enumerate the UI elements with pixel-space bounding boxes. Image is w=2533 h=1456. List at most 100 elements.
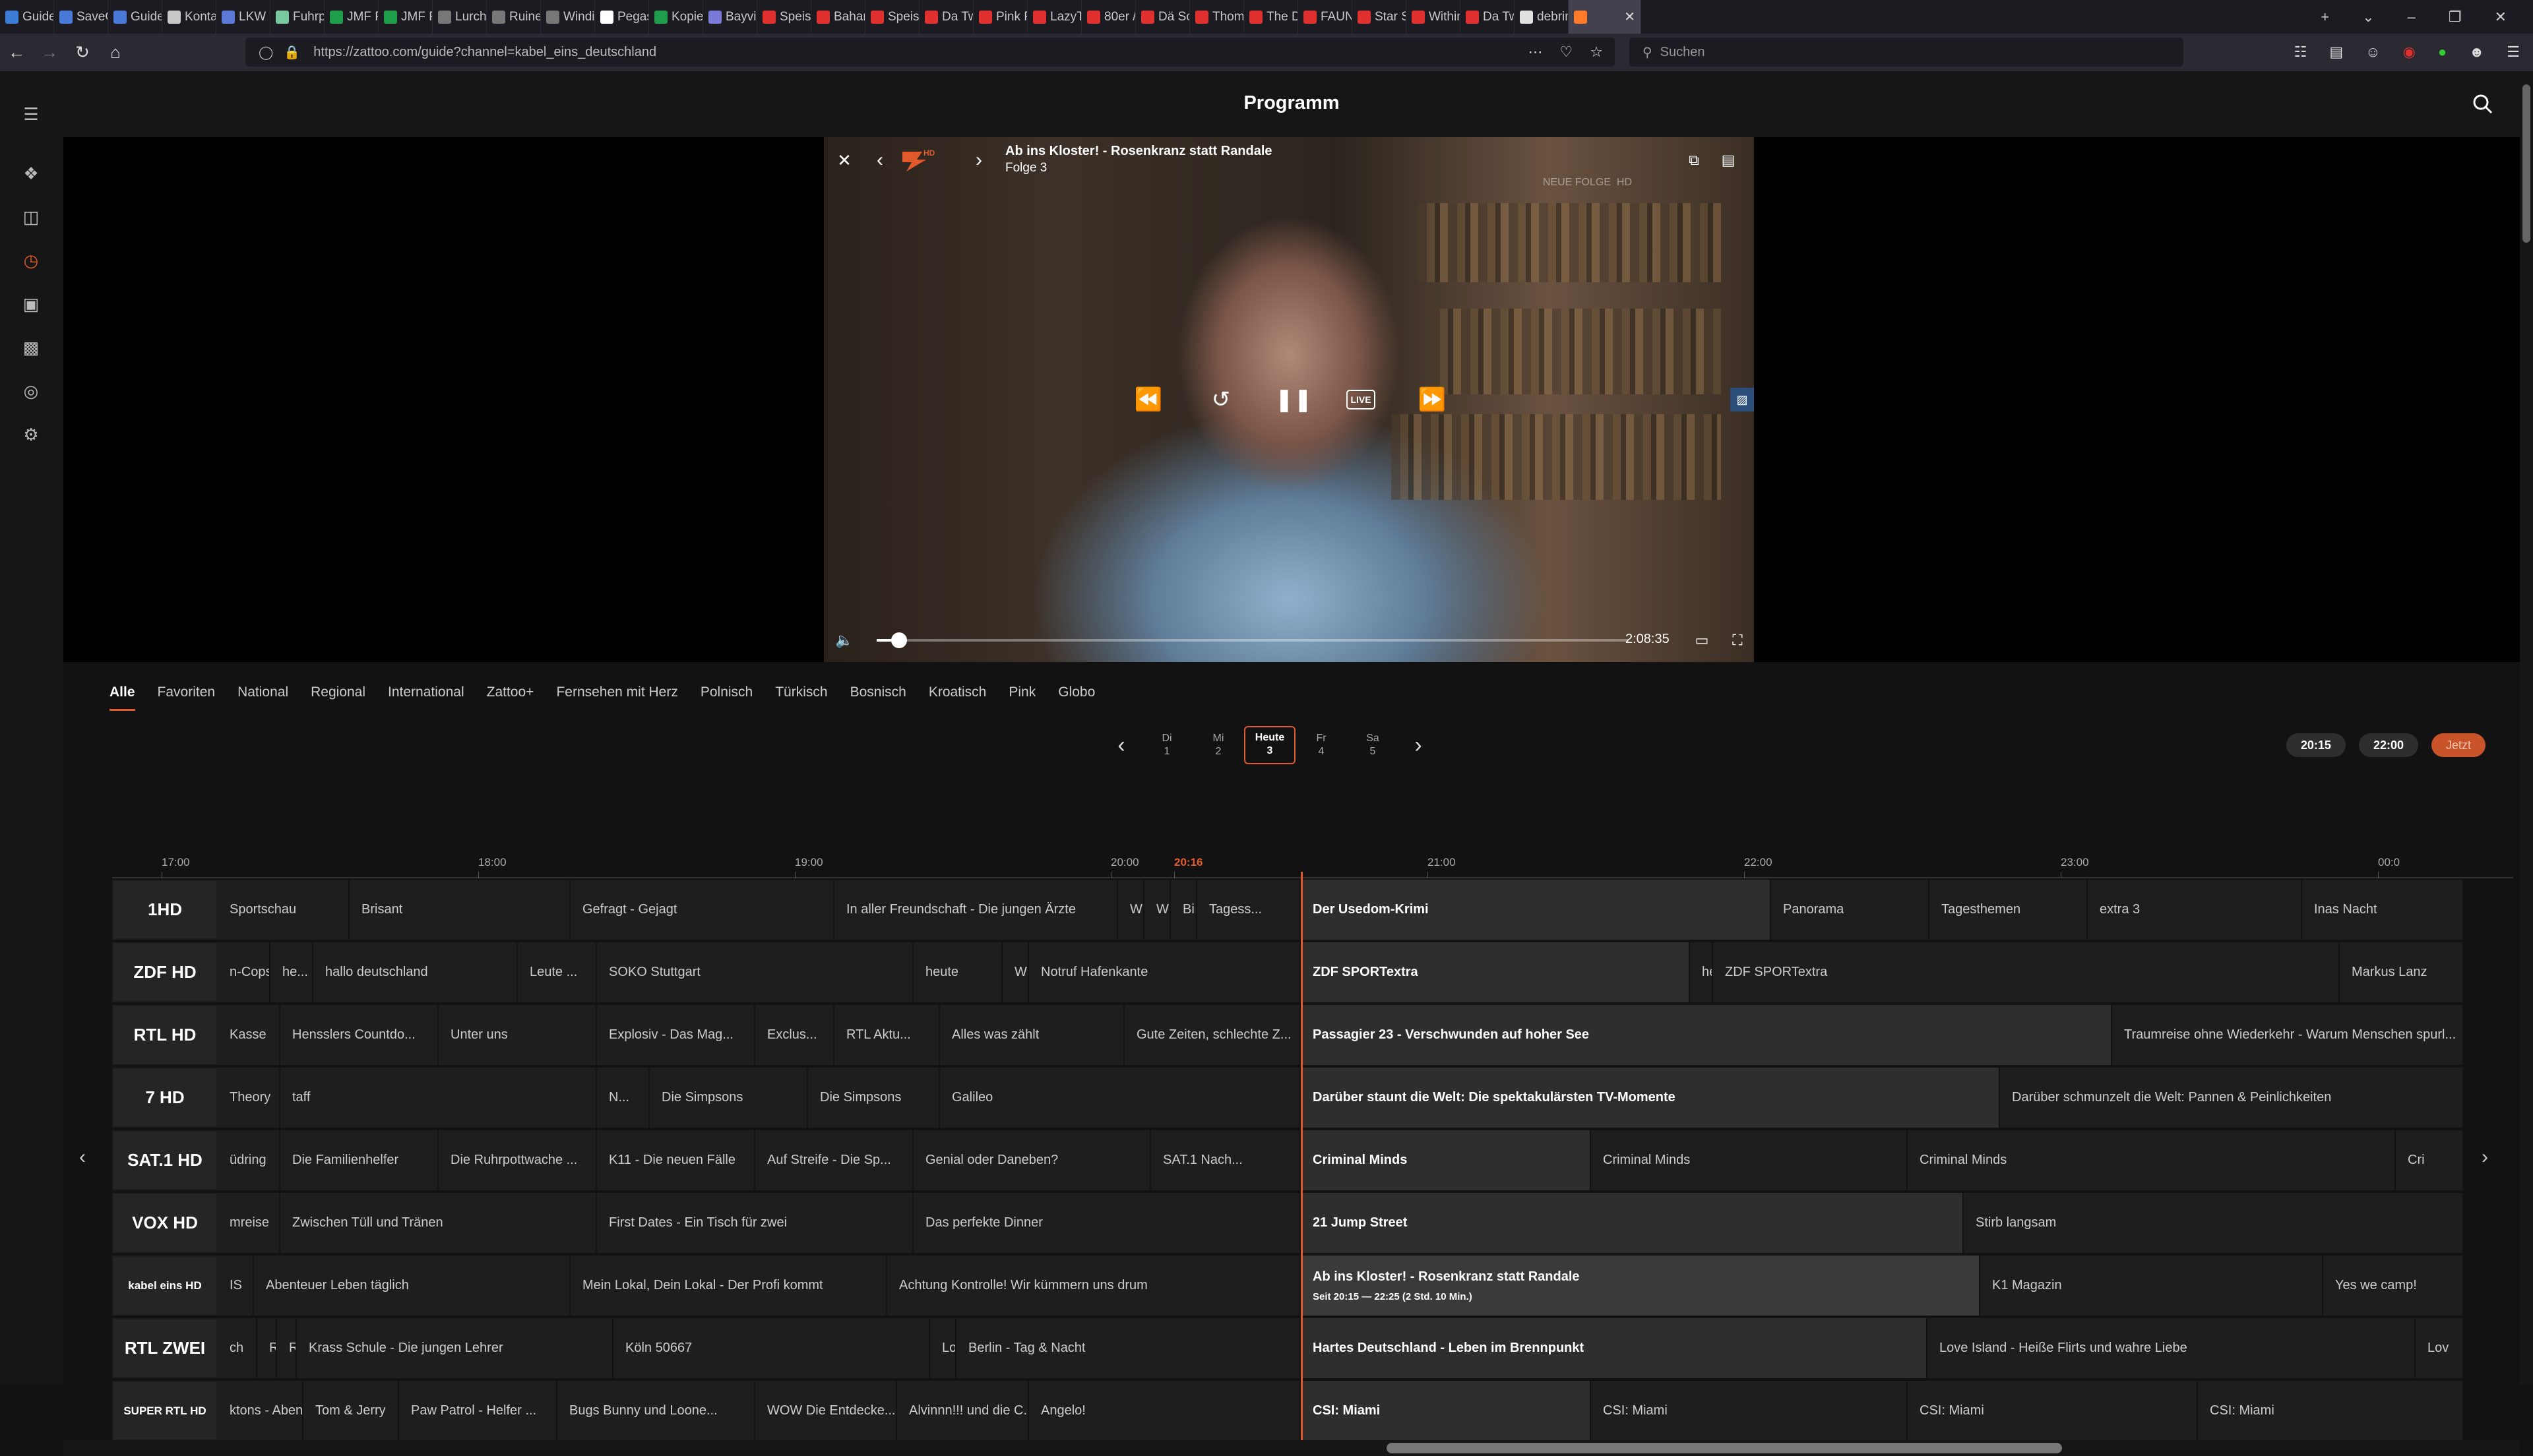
program-cell[interactable]: Explosiv - Das Mag... xyxy=(597,1005,755,1065)
program-cell[interactable]: Die Familienhelfer xyxy=(280,1130,439,1190)
program-cell[interactable]: ktons - Abent... xyxy=(218,1381,303,1440)
day-next-arrow[interactable]: › xyxy=(1398,733,1438,758)
browser-tab[interactable]: 80er / xyxy=(1082,0,1136,34)
browser-tab[interactable]: Lurch xyxy=(433,0,487,34)
program-cell[interactable]: Yes we camp! xyxy=(2323,1256,2464,1316)
grid-scroll-right-icon[interactable]: › xyxy=(2482,1146,2488,1168)
category-tab[interactable]: Kroatisch xyxy=(929,678,987,711)
program-cell[interactable]: W xyxy=(1118,880,1144,940)
extension-green-icon[interactable]: ● xyxy=(2438,44,2447,61)
program-cell[interactable]: Auf Streife - Die Sp... xyxy=(755,1130,914,1190)
time-button-2200[interactable]: 22:00 xyxy=(2358,733,2418,757)
home-icon[interactable]: ⌂ xyxy=(99,36,132,69)
program-cell[interactable]: Theory xyxy=(218,1068,280,1128)
channel-logo[interactable]: SAT.1 HD xyxy=(113,1132,216,1189)
program-cell[interactable]: Hartes Deutschland - Leben im Brennpunkt xyxy=(1301,1318,1927,1378)
browser-tab[interactable]: Guide xyxy=(0,0,54,34)
program-cell[interactable]: First Dates - Ein Tisch für zwei xyxy=(597,1193,914,1253)
scrollbar-thumb[interactable] xyxy=(1387,1443,2062,1453)
extension-user-icon[interactable]: ☻ xyxy=(2469,44,2484,61)
program-cell[interactable]: Genial oder Daneben? xyxy=(914,1130,1151,1190)
browser-tab[interactable]: JMF Fi xyxy=(379,0,433,34)
new-tab-icon[interactable]: + xyxy=(2321,9,2329,26)
program-cell[interactable]: mreise xyxy=(218,1193,280,1253)
browser-tab[interactable]: Star S xyxy=(1352,0,1406,34)
browser-tab[interactable]: Dä Sc xyxy=(1136,0,1190,34)
volume-icon[interactable]: 🔈 xyxy=(834,632,854,649)
program-cell[interactable]: SOKO Stuttgart xyxy=(597,942,914,1002)
browser-tab[interactable]: Fuhrp xyxy=(270,0,325,34)
program-cell[interactable]: CSI: Miami xyxy=(2198,1381,2464,1440)
program-cell[interactable]: Brisant xyxy=(350,880,571,940)
program-cell[interactable]: Abenteuer Leben täglich xyxy=(254,1256,571,1316)
browser-tab[interactable]: SaveC xyxy=(54,0,108,34)
program-cell[interactable]: Criminal Minds xyxy=(1908,1130,2396,1190)
live-tv-icon[interactable]: ◫ xyxy=(20,206,42,228)
program-cell[interactable]: Darüber staunt die Welt: Die spektakulär… xyxy=(1301,1068,2000,1128)
category-tab[interactable]: Bosnisch xyxy=(850,678,906,711)
program-cell[interactable]: he... xyxy=(270,942,313,1002)
program-cell[interactable]: Tom & Jerry xyxy=(303,1381,399,1440)
browser-tab[interactable]: Speise xyxy=(865,0,920,34)
category-tab[interactable]: Pink xyxy=(1009,678,1036,711)
program-cell[interactable]: IS xyxy=(218,1256,254,1316)
time-button-2015[interactable]: 20:15 xyxy=(2286,733,2346,757)
bookmark-star-icon[interactable]: ☆ xyxy=(1590,44,1603,61)
category-tab[interactable]: Globo xyxy=(1058,678,1095,711)
program-cell[interactable]: SAT.1 Nach... xyxy=(1151,1130,1301,1190)
program-cell[interactable]: taff xyxy=(280,1068,597,1128)
program-cell[interactable]: Traumreise ohne Wiederkehr - Warum Mensc… xyxy=(2112,1005,2464,1065)
browser-tab[interactable]: Da Tw xyxy=(1460,0,1515,34)
browser-tab[interactable]: The D xyxy=(1244,0,1298,34)
rewind-icon[interactable]: ⏪ xyxy=(1134,386,1163,413)
video-player[interactable]: ✕ ‹ HD › Ab ins Kloster! - Rosenkranz st… xyxy=(824,137,1754,662)
chat-icon[interactable]: ▤ xyxy=(1718,150,1738,170)
back-icon[interactable]: ← xyxy=(0,36,33,69)
program-cell[interactable]: Panorama xyxy=(1771,880,1929,940)
browser-tab[interactable]: Bayvie xyxy=(703,0,757,34)
browser-tab[interactable]: Kopie xyxy=(649,0,703,34)
program-cell[interactable]: CSI: Miami xyxy=(1301,1381,1591,1440)
program-cell[interactable]: ZDF SPORTextra xyxy=(1301,942,1690,1002)
browser-tab[interactable]: LKW V xyxy=(216,0,270,34)
program-cell[interactable]: üdring xyxy=(218,1130,280,1190)
program-cell[interactable]: Krass Schule - Die jungen Lehrer xyxy=(297,1318,613,1378)
category-tab[interactable]: Favoriten xyxy=(158,678,216,711)
program-cell[interactable]: Criminal Minds xyxy=(1301,1130,1591,1190)
program-cell[interactable]: ch xyxy=(218,1318,257,1378)
sidebar-icon[interactable]: ▤ xyxy=(2329,44,2343,61)
browser-tab[interactable]: Ruinen xyxy=(487,0,541,34)
channel-logo[interactable]: RTL HD xyxy=(113,1006,216,1064)
program-cell[interactable]: Love Island - Heiße Flirts und wahre Lie… xyxy=(1927,1318,2416,1378)
extension-icon[interactable]: ◉ xyxy=(2403,44,2416,61)
menu-icon[interactable]: ☰ xyxy=(2507,44,2520,61)
fullscreen-toggle-icon[interactable]: ▨ xyxy=(1730,388,1754,411)
horizontal-scrollbar[interactable] xyxy=(63,1440,2520,1456)
browser-tab[interactable]: Thom xyxy=(1190,0,1244,34)
category-tab[interactable]: International xyxy=(388,678,464,711)
program-cell[interactable]: Gefragt - Gejagt xyxy=(571,880,834,940)
shop-icon[interactable]: ◎ xyxy=(20,380,42,402)
pip-icon[interactable]: ⧉ xyxy=(1684,150,1704,170)
program-cell[interactable]: Paw Patrol - Helfer ... xyxy=(399,1381,557,1440)
program-cell[interactable]: hallo deutschland xyxy=(313,942,518,1002)
guide-clock-icon[interactable]: ◷ xyxy=(20,249,42,272)
program-cell[interactable]: heute xyxy=(914,942,1003,1002)
live-button[interactable]: LIVE xyxy=(1346,390,1375,410)
fast-forward-icon[interactable]: ⏩ xyxy=(1418,386,1447,413)
program-cell[interactable]: Notruf Hafenkante xyxy=(1029,942,1301,1002)
library-icon[interactable]: ☷ xyxy=(2294,44,2307,61)
program-cell[interactable]: Unter uns xyxy=(439,1005,597,1065)
program-cell[interactable]: Mein Lokal, Dein Lokal - Der Profi kommt xyxy=(571,1256,887,1316)
maximize-icon[interactable]: ❐ xyxy=(2449,9,2462,26)
program-cell[interactable]: Achtung Kontrolle! Wir kümmern uns drum xyxy=(887,1256,1301,1316)
category-tab[interactable]: Türkisch xyxy=(775,678,827,711)
program-cell[interactable]: Tagess... xyxy=(1197,880,1301,940)
day-mi[interactable]: Mi 2 xyxy=(1193,732,1244,758)
account-icon[interactable]: ☺ xyxy=(2365,44,2380,61)
program-cell[interactable]: W xyxy=(1003,942,1029,1002)
search-bar[interactable]: ⚲ Suchen xyxy=(1629,38,2183,67)
close-icon[interactable]: ✕ xyxy=(834,150,854,170)
program-cell[interactable]: RTL Aktu... xyxy=(834,1005,940,1065)
program-cell[interactable]: Lov xyxy=(2416,1318,2464,1378)
